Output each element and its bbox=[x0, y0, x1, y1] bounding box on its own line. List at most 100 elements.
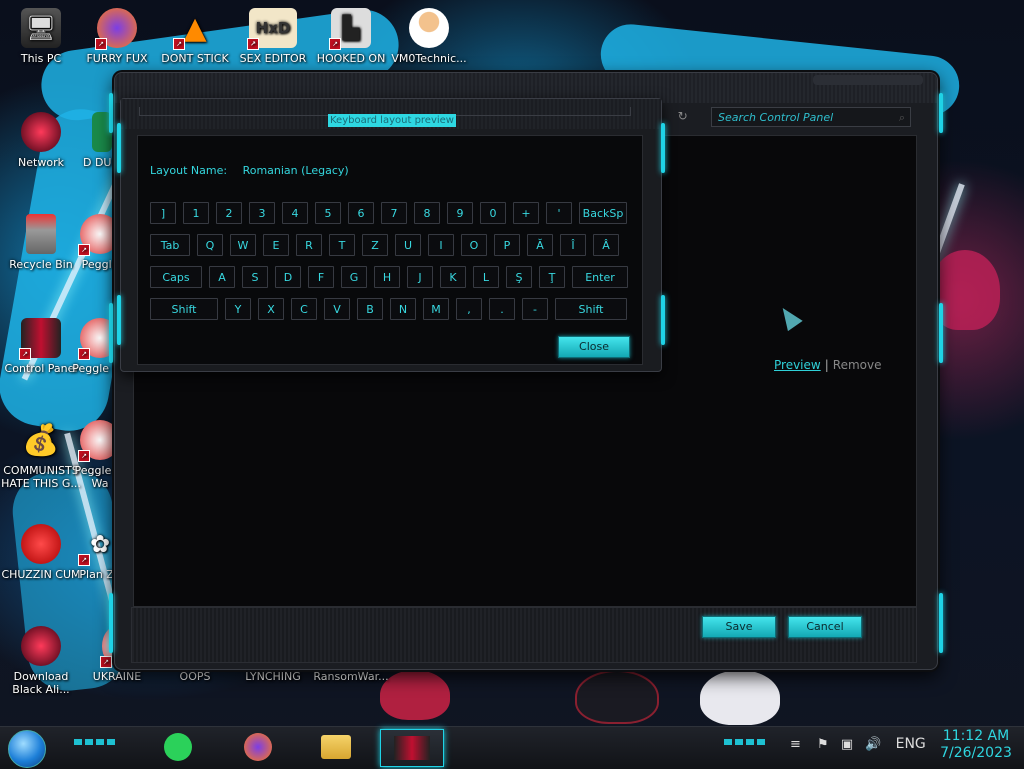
network-tray-icon[interactable]: ▣ bbox=[841, 737, 853, 752]
taskbar-item-control-panel[interactable] bbox=[380, 729, 444, 767]
keyboard-key: Ţ bbox=[539, 266, 565, 288]
layout-name-row: Layout Name: Romanian (Legacy) bbox=[150, 164, 349, 177]
keyboard-key: H bbox=[374, 266, 400, 288]
window-side-accent bbox=[109, 593, 113, 653]
keyboard-key: R bbox=[296, 234, 322, 256]
desktop-icon-label: Peggle bbox=[81, 258, 119, 271]
maze-icon: ▙ ↗ bbox=[329, 8, 371, 50]
keyboard-key: 4 bbox=[282, 202, 308, 224]
desktop-icon-hooked-on[interactable]: ▙ ↗ HOOKED ON bbox=[310, 8, 392, 65]
volume-icon[interactable]: 🔊 bbox=[865, 737, 881, 752]
search-icon[interactable]: ⌕ bbox=[899, 108, 905, 128]
taskbar-decor-right bbox=[724, 739, 766, 745]
keyboard-key: Ş bbox=[506, 266, 532, 288]
keyboard-key: W bbox=[230, 234, 256, 256]
desktop-icon-label: DONT STICK bbox=[161, 52, 229, 65]
taskbar-item-notes[interactable] bbox=[158, 729, 198, 765]
dialog-side-accent bbox=[117, 123, 121, 173]
preview-link[interactable]: Preview bbox=[774, 358, 821, 372]
language-indicator[interactable]: ENG bbox=[896, 736, 926, 752]
search-input[interactable]: Search Control Panel ⌕ bbox=[711, 107, 911, 127]
keyboard-key: Y bbox=[225, 298, 251, 320]
keyboard-key: Â bbox=[593, 234, 619, 256]
close-button[interactable]: Close bbox=[558, 336, 630, 358]
desktop-icon-vm0technic[interactable]: VM0Technic... bbox=[388, 8, 470, 65]
firefox-icon bbox=[244, 733, 272, 761]
keyboard-key: Enter bbox=[572, 266, 628, 288]
keyboard-key: X bbox=[258, 298, 284, 320]
keyboard-key: J bbox=[407, 266, 433, 288]
control-panel-icon bbox=[394, 736, 430, 760]
keyboard-key: ] bbox=[150, 202, 176, 224]
keyboard-key: ' bbox=[546, 202, 572, 224]
keyboard-key: U bbox=[395, 234, 421, 256]
action-center-flag-icon[interactable]: ⚑ bbox=[817, 737, 829, 752]
keyboard-key: Tab bbox=[150, 234, 190, 256]
desktop-icon-download-black[interactable]: Download Black Ali... bbox=[0, 626, 82, 696]
taskbar-item-firefox[interactable] bbox=[238, 729, 278, 765]
remove-link[interactable]: Remove bbox=[833, 358, 882, 372]
desktop-icon-label: Network bbox=[18, 156, 64, 169]
keyboard-key: Shift bbox=[555, 298, 627, 320]
keyboard-key: 7 bbox=[381, 202, 407, 224]
keyboard-key: 0 bbox=[480, 202, 506, 224]
desktop-icon-label: LYNCHING bbox=[245, 670, 301, 683]
hxd-icon: HxD ↗ bbox=[247, 8, 297, 50]
dialog-title: Keyboard layout preview bbox=[328, 114, 456, 127]
keyboard-key: 2 bbox=[216, 202, 242, 224]
keyboard-key: L bbox=[473, 266, 499, 288]
system-tray: ≡ ⚑ ▣ 🔊 ENG bbox=[790, 736, 926, 752]
desktop-icon-label: Download Black Ali... bbox=[12, 670, 70, 696]
keyboard-key: Z bbox=[362, 234, 388, 256]
keyboard-key: O bbox=[461, 234, 487, 256]
save-button[interactable]: Save bbox=[702, 616, 776, 638]
keyboard-key: 5 bbox=[315, 202, 341, 224]
vlc-cone-icon: ▲ ↗ bbox=[173, 8, 215, 50]
keyboard-key: A bbox=[209, 266, 235, 288]
keyboard-preview-dialog: Keyboard layout preview Layout Name: Rom… bbox=[117, 98, 665, 372]
keyboard-key: M bbox=[423, 298, 449, 320]
keyboard-key: K bbox=[440, 266, 466, 288]
keyboard-key: E bbox=[263, 234, 289, 256]
start-button[interactable] bbox=[8, 730, 46, 768]
button-bar: Save Cancel bbox=[131, 607, 917, 663]
this-pc-icon: 🖥 bbox=[21, 8, 61, 48]
control-panel-icon: ↗ bbox=[19, 318, 61, 360]
clock-time: 11:12 AM bbox=[942, 728, 1010, 744]
keyboard-key: - bbox=[522, 298, 548, 320]
desktop-icon-this-pc[interactable]: 🖥 This PC bbox=[0, 8, 82, 65]
refresh-icon: ↻ bbox=[677, 109, 688, 123]
desktop-icon-label: FURRY FUX bbox=[86, 52, 148, 65]
layout-actions: Preview | Remove bbox=[774, 358, 881, 372]
taskbar-item-file-explorer[interactable] bbox=[316, 729, 356, 765]
dialog-side-accent bbox=[117, 295, 121, 345]
desktop-icon-furry-fux[interactable]: ↗ FURRY FUX bbox=[76, 8, 158, 65]
desktop-icon-sex-editor[interactable]: HxD ↗ SEX EDITOR bbox=[232, 8, 314, 65]
keyboard-key: D bbox=[275, 266, 301, 288]
window-side-accent bbox=[109, 303, 113, 363]
link-separator: | bbox=[824, 358, 829, 372]
money-bag-icon: 💰 bbox=[22, 422, 60, 458]
keyboard-key: Î bbox=[560, 234, 586, 256]
window-side-accent bbox=[939, 93, 943, 133]
keyboard-key: V bbox=[324, 298, 350, 320]
keyboard-key: T bbox=[329, 234, 355, 256]
show-hidden-icons-icon[interactable]: ≡ bbox=[790, 737, 801, 752]
clock-date: 7/26/2023 bbox=[940, 745, 1012, 761]
keyboard-key: Q bbox=[197, 234, 223, 256]
desktop-icon-label: OOPS bbox=[179, 670, 211, 683]
keyboard-key: . bbox=[489, 298, 515, 320]
keyboard-panel: Layout Name: Romanian (Legacy) ] 1 2 3 4 5 6 7 8… bbox=[137, 135, 643, 365]
clock[interactable]: 11:12 AM 7/26/2023 bbox=[934, 728, 1018, 762]
desktop-icon-dont-stick[interactable]: ▲ ↗ DONT STICK bbox=[154, 8, 236, 65]
keyboard-key: 9 bbox=[447, 202, 473, 224]
network-icon bbox=[21, 112, 61, 152]
keyboard-key: P bbox=[494, 234, 520, 256]
keyboard-key: 3 bbox=[249, 202, 275, 224]
window-side-accent bbox=[109, 93, 113, 133]
cancel-button[interactable]: Cancel bbox=[788, 616, 862, 638]
window-side-accent bbox=[939, 303, 943, 363]
download-icon bbox=[21, 626, 61, 666]
desktop-icon-label: RansomWar... bbox=[313, 670, 389, 683]
doctor-icon bbox=[409, 8, 449, 48]
